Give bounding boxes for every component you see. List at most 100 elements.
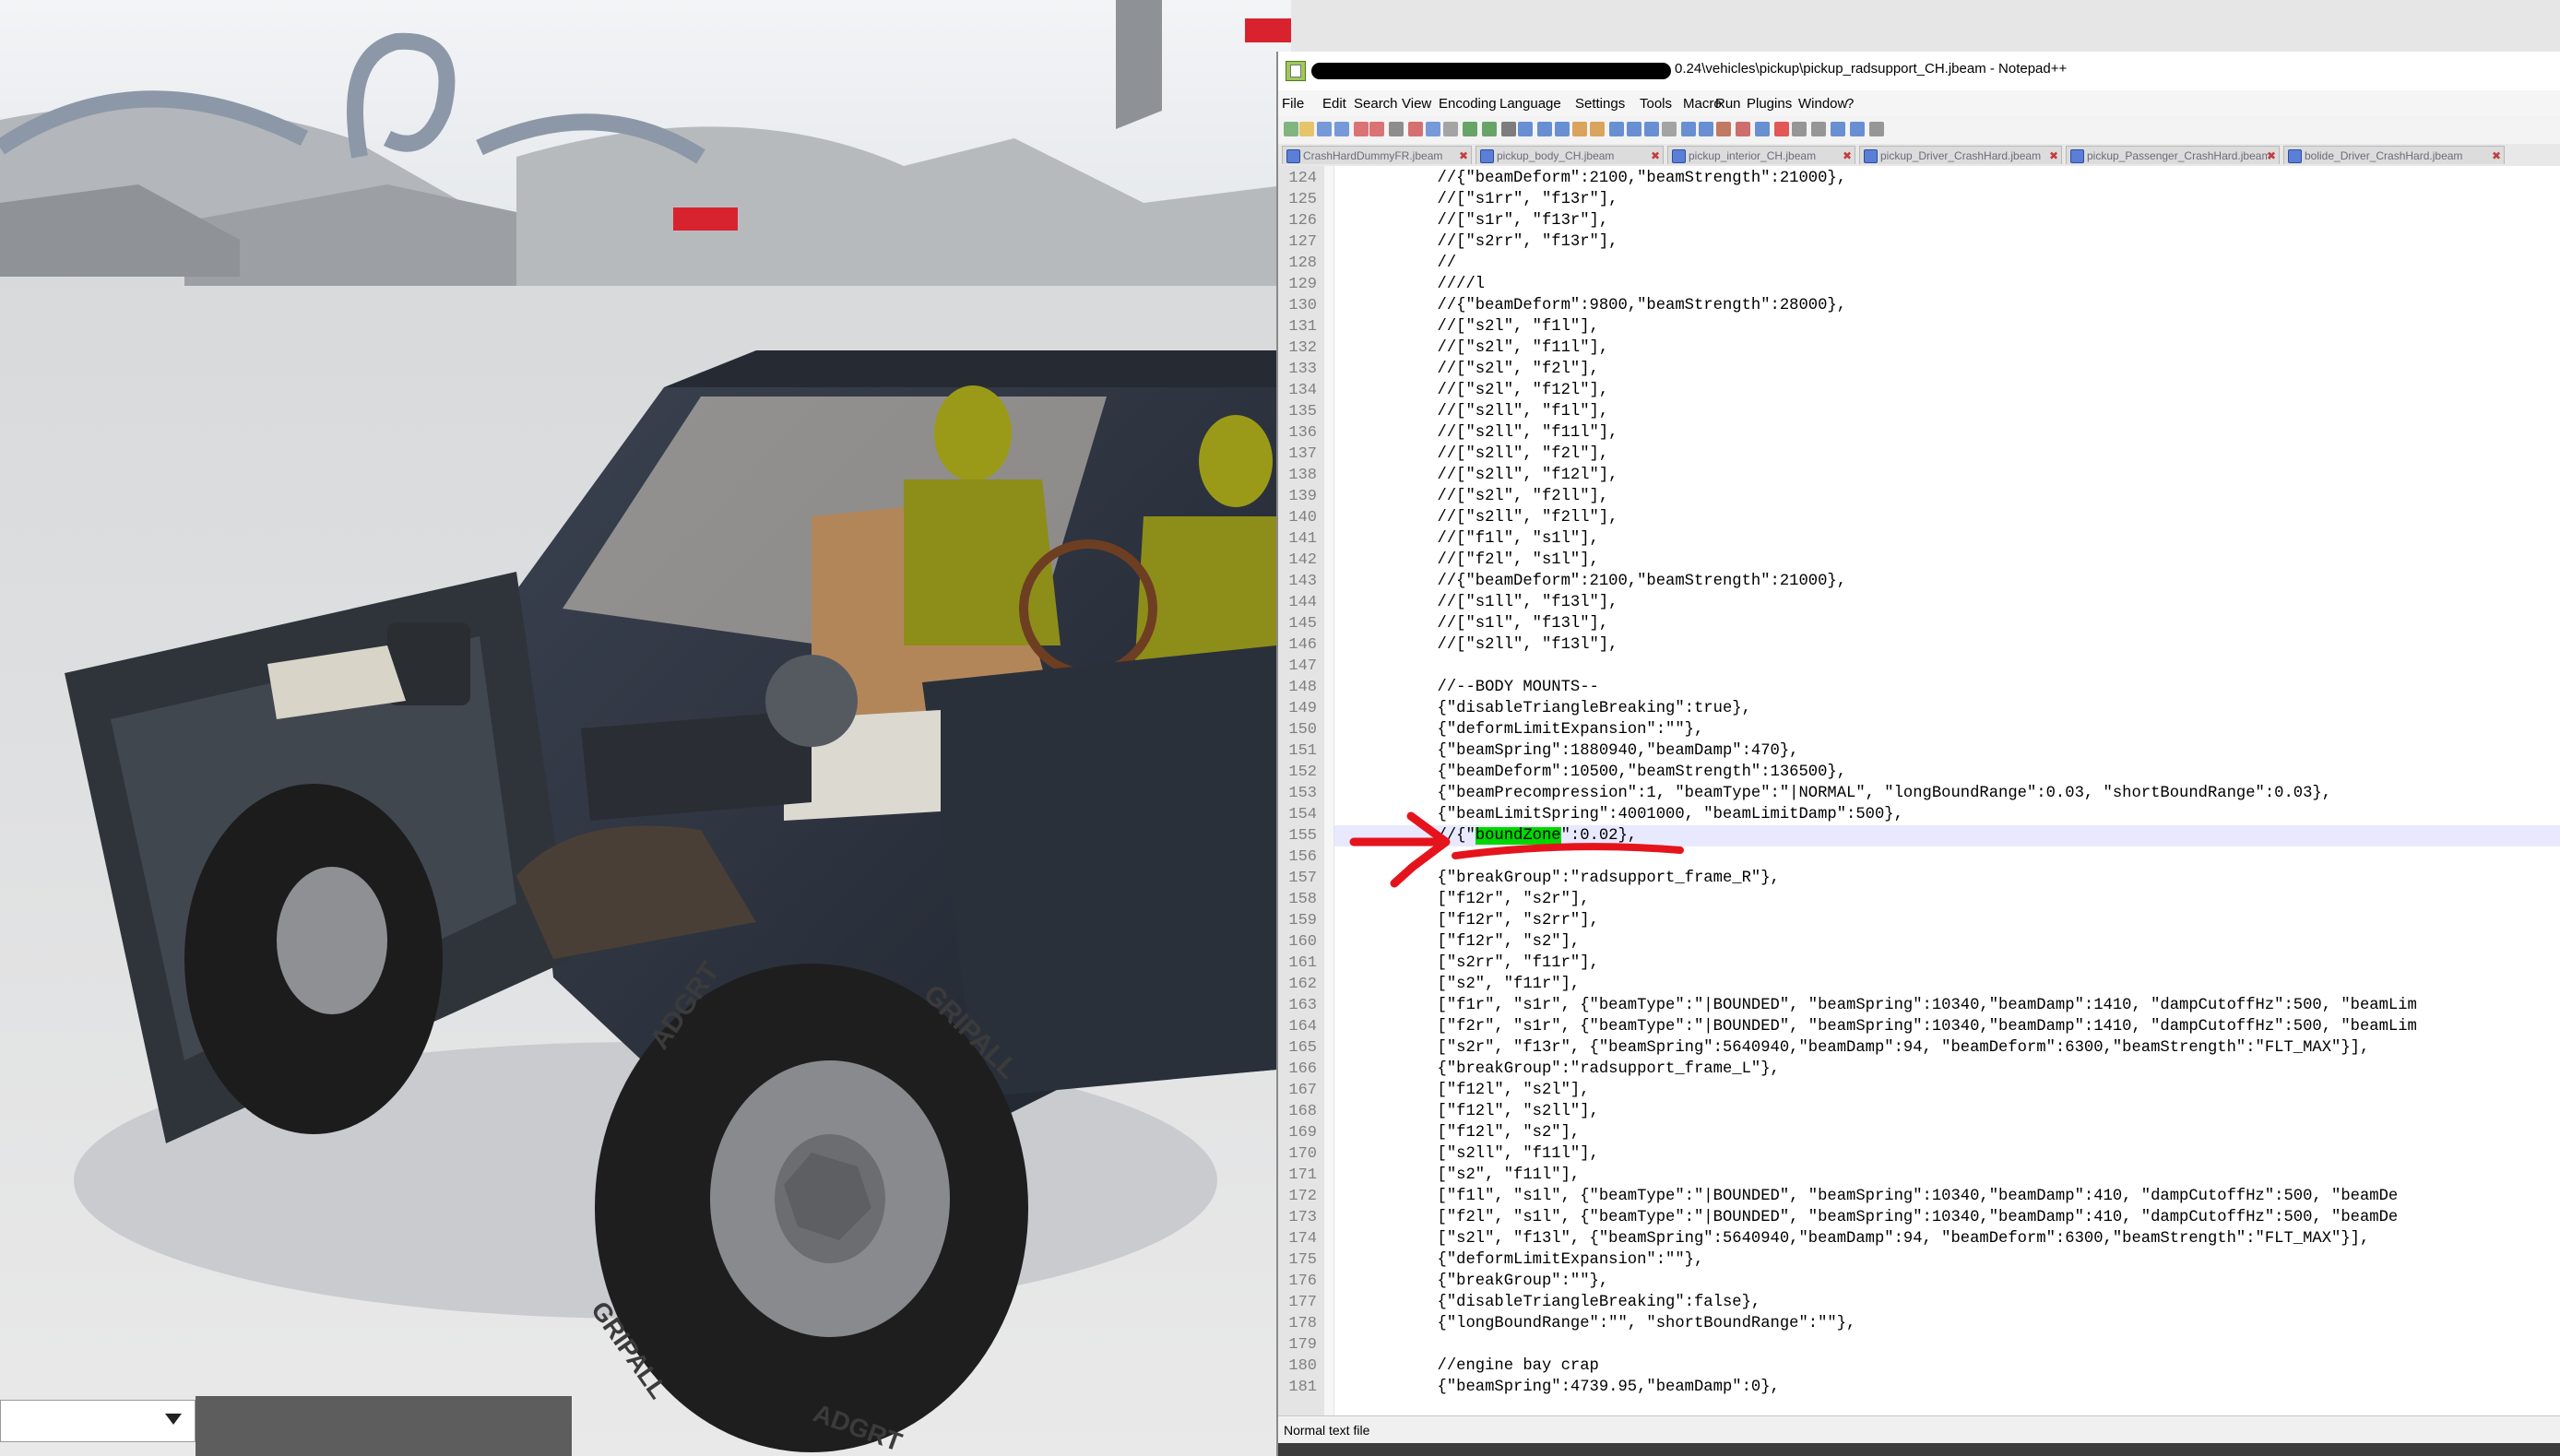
find-icon[interactable] [1500, 122, 1516, 136]
tab-file-2[interactable]: pickup_body_CH.jbeam ✖ [1476, 146, 1664, 164]
menu-item-settings[interactable]: Settings [1575, 96, 1625, 112]
title-bar[interactable]: 0.24\vehicles\pickup\pickup_radsupport_C… [1278, 52, 2560, 90]
redo-icon[interactable] [1481, 122, 1497, 136]
tab-close-icon[interactable]: ✖ [1459, 147, 1468, 164]
code-line[interactable]: //{"beamDeform":2100,"beamStrength":2100… [1361, 170, 1847, 187]
menu-item-view[interactable]: View [1402, 96, 1431, 112]
wrap-icon[interactable] [1609, 122, 1625, 136]
code-line[interactable]: {"beamDeform":10500,"beamStrength":13650… [1361, 764, 1847, 781]
code-line[interactable]: {"disableTriangleBreaking":false}, [1361, 1294, 1761, 1311]
code-line[interactable]: ["f2r", "s1r", {"beamType":"|BOUNDED", "… [1361, 1018, 2417, 1036]
copy-icon[interactable] [1425, 122, 1440, 136]
menu-item-encoding[interactable]: Encoding [1439, 96, 1497, 112]
code-line[interactable]: //{"boundZone":0.02}, [1361, 827, 1637, 845]
code-line[interactable]: //["s1rr", "f13r"], [1361, 191, 1618, 208]
all-chars-icon[interactable] [1627, 122, 1641, 136]
code-line[interactable]: //["s1l", "f13l"], [1361, 615, 1609, 633]
code-line[interactable]: ["s2", "f11r"], [1361, 976, 1581, 993]
code-line[interactable]: //["s2ll", "f1l"], [1361, 403, 1609, 420]
tab-close-icon[interactable]: ✖ [1651, 147, 1660, 164]
save-icon[interactable] [1317, 122, 1332, 136]
code-line[interactable]: ////l [1361, 276, 1486, 293]
indent-guide-icon[interactable] [1643, 122, 1659, 136]
code-line[interactable]: ["f12l", "s2"], [1361, 1124, 1581, 1142]
code-line[interactable]: ["s2r", "f13r", {"beamSpring":5640940,"b… [1361, 1039, 2370, 1057]
folder-icon[interactable] [1715, 122, 1731, 136]
code-line[interactable]: {"beamSpring":4739.95,"beamDamp":0}, [1361, 1379, 1780, 1396]
code-line[interactable]: // [1361, 255, 1457, 272]
code-line[interactable]: //["s2ll", "f11l"], [1361, 424, 1618, 442]
code-line[interactable]: {"beamSpring":1880940,"beamDamp":470}, [1361, 742, 1799, 760]
tab-file-6[interactable]: bolide_Driver_CrashHard.jbeam ✖ [2283, 146, 2505, 164]
code-line[interactable]: //engine bay crap [1361, 1357, 1599, 1375]
menu-item-help[interactable]: ? [1846, 96, 1854, 112]
code-line[interactable]: {"breakGroup":""}, [1361, 1273, 1609, 1290]
code-line[interactable]: //["s2l", "f12l"], [1361, 382, 1609, 399]
code-line[interactable]: ["f2l", "s1l", {"beamType":"|BOUNDED", "… [1361, 1209, 2399, 1226]
menu-item-run[interactable]: Run [1715, 96, 1741, 112]
new-file-icon[interactable] [1284, 122, 1299, 136]
menu-item-tools[interactable]: Tools [1640, 96, 1672, 112]
menu-item-window[interactable]: Window [1798, 96, 1847, 112]
code-line[interactable]: //--BODY MOUNTS-- [1361, 679, 1599, 696]
code-line[interactable]: {"deformLimitExpansion":""}, [1361, 1251, 1704, 1269]
game-dropdown[interactable] [0, 1400, 196, 1442]
tab-close-icon[interactable]: ✖ [1843, 147, 1852, 164]
open-file-icon[interactable] [1299, 122, 1315, 136]
close-icon[interactable] [1353, 122, 1369, 136]
code-line[interactable]: //["s1r", "f13r"], [1361, 212, 1609, 230]
code-line[interactable]: {"breakGroup":"radsupport_frame_R"}, [1361, 870, 1780, 887]
code-line[interactable]: {"deformLimitExpansion":""}, [1361, 721, 1704, 739]
trim-icon[interactable] [1868, 122, 1884, 136]
stop-macro-icon[interactable] [1791, 122, 1807, 136]
menu-item-search[interactable]: Search [1354, 96, 1398, 112]
code-line[interactable]: //["s2l", "f2l"], [1361, 361, 1599, 378]
menu-item-language[interactable]: Language [1499, 96, 1561, 112]
save-all-icon[interactable] [1333, 122, 1349, 136]
tab-file-1[interactable]: CrashHardDummyFR.jbeam ✖ [1282, 146, 1472, 164]
lang-icon[interactable] [1661, 122, 1677, 136]
code-line[interactable]: ["s2ll", "f11l"], [1361, 1145, 1599, 1163]
code-line[interactable]: //["f2l", "s1l"], [1361, 551, 1599, 569]
code-line[interactable]: ["f12r", "s2rr"], [1361, 912, 1599, 929]
code-line[interactable]: ["f12r", "s2r"], [1361, 891, 1590, 908]
code-line[interactable]: ["f12r", "s2"], [1361, 933, 1581, 951]
code-line[interactable]: //["f1l", "s1l"], [1361, 530, 1599, 548]
record-macro-icon[interactable] [1773, 122, 1789, 136]
monitor-icon[interactable] [1735, 122, 1750, 136]
code-line[interactable]: //["s1ll", "f13l"], [1361, 594, 1618, 611]
code-line[interactable]: //["s2ll", "f12l"], [1361, 467, 1618, 484]
code-line[interactable]: ["f1l", "s1l", {"beamType":"|BOUNDED", "… [1361, 1188, 2399, 1205]
eye-icon[interactable] [1754, 122, 1770, 136]
code-line[interactable]: ["f12l", "s2l"], [1361, 1082, 1590, 1099]
replace-icon[interactable] [1518, 122, 1534, 136]
code-line[interactable]: {"longBoundRange":"", "shortBoundRange":… [1361, 1315, 1856, 1332]
menu-item-edit[interactable]: Edit [1322, 96, 1346, 112]
sync-h-icon[interactable] [1590, 122, 1606, 136]
close-all-icon[interactable] [1369, 122, 1384, 136]
text-editor[interactable]: 124 //{"beamDeform":2100,"beamStrength":… [1278, 166, 2560, 1415]
zoom-out-icon[interactable] [1555, 122, 1570, 136]
save-macro-icon[interactable] [1849, 122, 1865, 136]
code-line[interactable]: ["f1r", "s1r", {"beamType":"|BOUNDED", "… [1361, 997, 2417, 1014]
code-line[interactable]: {"beamLimitSpring":4001000, "beamLimitDa… [1361, 806, 1903, 823]
code-line[interactable]: //["s2ll", "f2l"], [1361, 445, 1609, 463]
zoom-in-icon[interactable] [1537, 122, 1553, 136]
function-list-icon[interactable] [1698, 122, 1713, 136]
code-line[interactable]: //{"beamDeform":2100,"beamStrength":2100… [1361, 573, 1847, 590]
notepadpp-window[interactable]: 0.24\vehicles\pickup\pickup_radsupport_C… [1276, 52, 2560, 1456]
menu-item-file[interactable]: File [1282, 96, 1304, 112]
print-icon[interactable] [1388, 122, 1404, 136]
code-line[interactable]: //["s2ll", "f13l"], [1361, 636, 1618, 654]
code-line[interactable]: //{"beamDeform":9800,"beamStrength":2800… [1361, 297, 1847, 314]
tab-close-icon[interactable]: ✖ [2492, 147, 2501, 164]
code-line[interactable]: //["s2rr", "f13r"], [1361, 233, 1618, 251]
code-line[interactable]: ["f12l", "s2ll"], [1361, 1103, 1599, 1120]
tab-close-icon[interactable]: ✖ [2049, 147, 2058, 164]
tab-file-4[interactable]: pickup_Driver_CrashHard.jbeam ✖ [1859, 146, 2062, 164]
code-line[interactable]: //["s2l", "f1l"], [1361, 318, 1599, 336]
undo-icon[interactable] [1462, 122, 1477, 136]
code-line[interactable]: ["s2l", "f13l", {"beamSpring":5640940,"b… [1361, 1230, 2370, 1248]
cut-icon[interactable] [1407, 122, 1423, 136]
doc-map-icon[interactable] [1680, 122, 1696, 136]
